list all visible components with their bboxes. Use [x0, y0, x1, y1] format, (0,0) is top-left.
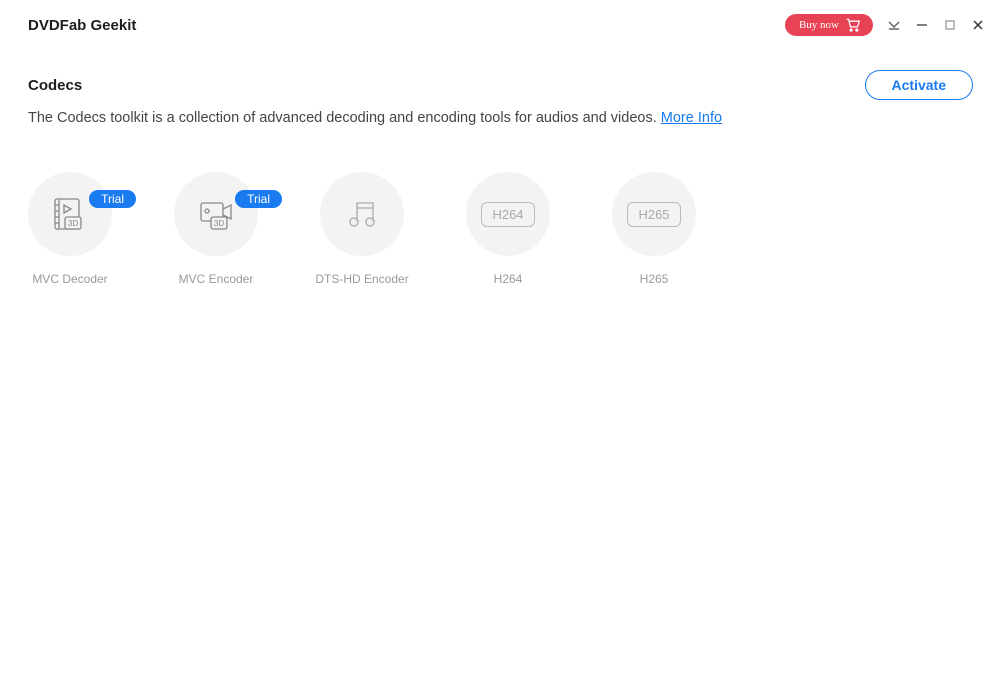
cart-icon	[845, 18, 861, 32]
tool-label: DTS-HD Encoder	[315, 272, 408, 286]
tool-icon-mvc-encoder: 3D Trial	[174, 172, 258, 256]
section-description: The Codecs toolkit is a collection of ad…	[28, 110, 973, 126]
svg-text:3D: 3D	[214, 219, 224, 228]
buy-now-label: Buy now	[799, 19, 839, 31]
more-info-link[interactable]: More Info	[661, 110, 722, 126]
tool-mvc-decoder[interactable]: 3D Trial MVC Decoder	[28, 172, 112, 286]
tool-dts-hd-encoder[interactable]: DTS-HD Encoder	[320, 172, 404, 286]
maximize-icon[interactable]	[943, 18, 957, 32]
section-header: Codecs Activate	[28, 70, 973, 100]
description-text: The Codecs toolkit is a collection of ad…	[28, 110, 661, 126]
main-content: Codecs Activate The Codecs toolkit is a …	[0, 44, 1001, 286]
section-title: Codecs	[28, 77, 82, 94]
codec-box: H264	[481, 202, 534, 227]
tool-label: H264	[494, 272, 523, 286]
app-title: DVDFab Geekit	[28, 17, 136, 34]
tool-h265[interactable]: H265 H265	[612, 172, 696, 286]
tool-mvc-encoder[interactable]: 3D Trial MVC Encoder	[174, 172, 258, 286]
tool-label: MVC Encoder	[179, 272, 254, 286]
trial-badge: Trial	[235, 190, 282, 208]
titlebar-controls: Buy now	[785, 14, 985, 36]
codec-box: H265	[627, 202, 680, 227]
tool-icon-music	[320, 172, 404, 256]
svg-text:3D: 3D	[68, 219, 78, 228]
minimize-icon[interactable]	[915, 18, 929, 32]
tool-h264[interactable]: H264 H264	[466, 172, 550, 286]
dropdown-icon[interactable]	[887, 18, 901, 32]
buy-now-button[interactable]: Buy now	[785, 14, 873, 36]
tools-grid: 3D Trial MVC Decoder 3D Trial MVC Encode…	[28, 172, 973, 286]
close-icon[interactable]	[971, 18, 985, 32]
trial-badge: Trial	[89, 190, 136, 208]
tool-icon-h265: H265	[612, 172, 696, 256]
tool-label: H265	[640, 272, 669, 286]
tool-icon-h264: H264	[466, 172, 550, 256]
activate-button[interactable]: Activate	[865, 70, 973, 100]
titlebar: DVDFab Geekit Buy now	[0, 0, 1001, 44]
tool-label: MVC Decoder	[32, 272, 107, 286]
tool-icon-mvc-decoder: 3D Trial	[28, 172, 112, 256]
